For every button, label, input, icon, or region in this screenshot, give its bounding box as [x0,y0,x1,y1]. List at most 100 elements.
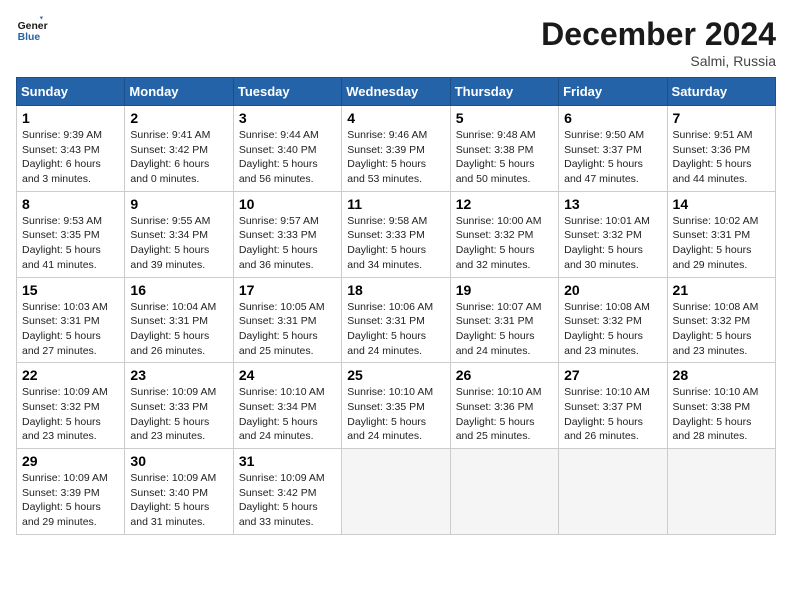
col-header-wednesday: Wednesday [342,78,450,106]
day-cell: 31Sunrise: 10:09 AMSunset: 3:42 PMDaylig… [233,449,341,535]
day-cell: 14 Sunrise: 10:02 AMSunset: 3:31 PMDaylig… [667,191,775,277]
day-cell: 16 Sunrise: 10:04 AMSunset: 3:31 PMDaylig… [125,277,233,363]
day-info: Sunrise: 9:48 AMSunset: 3:38 PMDaylight:… [456,128,553,187]
day-info: Sunrise: 10:09 AMSunset: 3:32 PMDaylight… [22,385,119,444]
day-cell [559,449,667,535]
day-cell: 20 Sunrise: 10:08 AMSunset: 3:32 PMDaylig… [559,277,667,363]
day-number: 8 [22,196,119,212]
day-cell: 6 Sunrise: 9:50 AMSunset: 3:37 PMDaylight… [559,106,667,192]
day-info: Sunrise: 10:02 AMSunset: 3:31 PMDaylight… [673,214,770,273]
day-cell: 21Sunrise: 10:08 AMSunset: 3:32 PMDaylig… [667,277,775,363]
day-cell [667,449,775,535]
day-cell: 13 Sunrise: 10:01 AMSunset: 3:32 PMDaylig… [559,191,667,277]
day-cell: 19 Sunrise: 10:07 AMSunset: 3:31 PMDaylig… [450,277,558,363]
svg-text:Blue: Blue [18,32,41,43]
day-cell: 18 Sunrise: 10:06 AMSunset: 3:31 PMDaylig… [342,277,450,363]
col-header-saturday: Saturday [667,78,775,106]
day-info: Sunrise: 9:46 AMSunset: 3:39 PMDaylight:… [347,128,444,187]
calendar-table: SundayMondayTuesdayWednesdayThursdayFrid… [16,77,776,535]
day-cell: 25 Sunrise: 10:10 AMSunset: 3:35 PMDaylig… [342,363,450,449]
day-number: 25 [347,367,444,383]
page-header: General Blue December 2024 Salmi, Russia [16,16,776,69]
day-number: 23 [130,367,227,383]
day-cell: 24 Sunrise: 10:10 AMSunset: 3:34 PMDaylig… [233,363,341,449]
day-number: 3 [239,110,336,126]
day-number: 18 [347,282,444,298]
day-number: 20 [564,282,661,298]
day-cell: 28Sunrise: 10:10 AMSunset: 3:38 PMDaylig… [667,363,775,449]
day-info: Sunrise: 10:10 AMSunset: 3:34 PMDaylight… [239,385,336,444]
day-number: 2 [130,110,227,126]
day-number: 1 [22,110,119,126]
week-row-2: 8Sunrise: 9:53 AMSunset: 3:35 PMDaylight… [17,191,776,277]
day-info: Sunrise: 10:04 AMSunset: 3:31 PMDaylight… [130,300,227,359]
day-info: Sunrise: 10:01 AMSunset: 3:32 PMDaylight… [564,214,661,273]
day-cell: 11Sunrise: 9:58 AMSunset: 3:33 PMDayligh… [342,191,450,277]
day-info: Sunrise: 10:09 AMSunset: 3:39 PMDaylight… [22,471,119,530]
day-info: Sunrise: 9:57 AMSunset: 3:33 PMDaylight:… [239,214,336,273]
day-number: 14 [673,196,770,212]
day-number: 15 [22,282,119,298]
week-row-5: 29Sunrise: 10:09 AMSunset: 3:39 PMDaylig… [17,449,776,535]
day-cell: 4 Sunrise: 9:46 AMSunset: 3:39 PMDaylight… [342,106,450,192]
day-number: 9 [130,196,227,212]
day-number: 6 [564,110,661,126]
day-cell: 29Sunrise: 10:09 AMSunset: 3:39 PMDaylig… [17,449,125,535]
day-info: Sunrise: 10:10 AMSunset: 3:35 PMDaylight… [347,385,444,444]
day-number: 13 [564,196,661,212]
location: Salmi, Russia [541,53,776,69]
day-info: Sunrise: 10:08 AMSunset: 3:32 PMDaylight… [564,300,661,359]
day-cell: 17 Sunrise: 10:05 AMSunset: 3:31 PMDaylig… [233,277,341,363]
day-cell: 30Sunrise: 10:09 AMSunset: 3:40 PMDaylig… [125,449,233,535]
logo: General Blue [16,16,48,44]
header-row: SundayMondayTuesdayWednesdayThursdayFrid… [17,78,776,106]
day-info: Sunrise: 10:05 AMSunset: 3:31 PMDaylight… [239,300,336,359]
day-info: Sunrise: 10:09 AMSunset: 3:42 PMDaylight… [239,471,336,530]
week-row-1: 1Sunrise: 9:39 AMSunset: 3:43 PMDaylight… [17,106,776,192]
day-cell: 15Sunrise: 10:03 AMSunset: 3:31 PMDaylig… [17,277,125,363]
day-cell: 8Sunrise: 9:53 AMSunset: 3:35 PMDaylight… [17,191,125,277]
day-info: Sunrise: 10:06 AMSunset: 3:31 PMDaylight… [347,300,444,359]
day-cell: 23 Sunrise: 10:09 AMSunset: 3:33 PMDaylig… [125,363,233,449]
day-number: 30 [130,453,227,469]
day-info: Sunrise: 10:09 AMSunset: 3:33 PMDaylight… [130,385,227,444]
day-cell: 7 Sunrise: 9:51 AMSunset: 3:36 PMDaylight… [667,106,775,192]
day-info: Sunrise: 10:10 AMSunset: 3:36 PMDaylight… [456,385,553,444]
day-number: 4 [347,110,444,126]
day-cell: 5 Sunrise: 9:48 AMSunset: 3:38 PMDaylight… [450,106,558,192]
day-info: Sunrise: 9:41 AMSunset: 3:42 PMDaylight:… [130,128,227,187]
day-cell: 12 Sunrise: 10:00 AMSunset: 3:32 PMDaylig… [450,191,558,277]
day-info: Sunrise: 10:08 AMSunset: 3:32 PMDaylight… [673,300,770,359]
day-info: Sunrise: 9:55 AMSunset: 3:34 PMDaylight:… [130,214,227,273]
month-title: December 2024 [541,16,776,53]
day-cell: 1Sunrise: 9:39 AMSunset: 3:43 PMDaylight… [17,106,125,192]
day-info: Sunrise: 10:00 AMSunset: 3:32 PMDaylight… [456,214,553,273]
week-row-3: 15Sunrise: 10:03 AMSunset: 3:31 PMDaylig… [17,277,776,363]
day-number: 17 [239,282,336,298]
col-header-sunday: Sunday [17,78,125,106]
day-number: 19 [456,282,553,298]
day-number: 10 [239,196,336,212]
day-info: Sunrise: 9:51 AMSunset: 3:36 PMDaylight:… [673,128,770,187]
day-number: 27 [564,367,661,383]
logo-icon: General Blue [16,16,48,44]
col-header-monday: Monday [125,78,233,106]
day-cell [450,449,558,535]
day-cell: 26 Sunrise: 10:10 AMSunset: 3:36 PMDaylig… [450,363,558,449]
day-number: 28 [673,367,770,383]
day-number: 24 [239,367,336,383]
svg-text:General: General [18,21,48,32]
day-cell: 10 Sunrise: 9:57 AMSunset: 3:33 PMDayligh… [233,191,341,277]
day-number: 12 [456,196,553,212]
day-info: Sunrise: 9:44 AMSunset: 3:40 PMDaylight:… [239,128,336,187]
day-number: 7 [673,110,770,126]
day-info: Sunrise: 9:50 AMSunset: 3:37 PMDaylight:… [564,128,661,187]
day-number: 26 [456,367,553,383]
day-cell: 9 Sunrise: 9:55 AMSunset: 3:34 PMDaylight… [125,191,233,277]
day-info: Sunrise: 10:10 AMSunset: 3:37 PMDaylight… [564,385,661,444]
day-cell: 27 Sunrise: 10:10 AMSunset: 3:37 PMDaylig… [559,363,667,449]
col-header-friday: Friday [559,78,667,106]
day-number: 5 [456,110,553,126]
day-info: Sunrise: 10:07 AMSunset: 3:31 PMDaylight… [456,300,553,359]
day-number: 16 [130,282,227,298]
